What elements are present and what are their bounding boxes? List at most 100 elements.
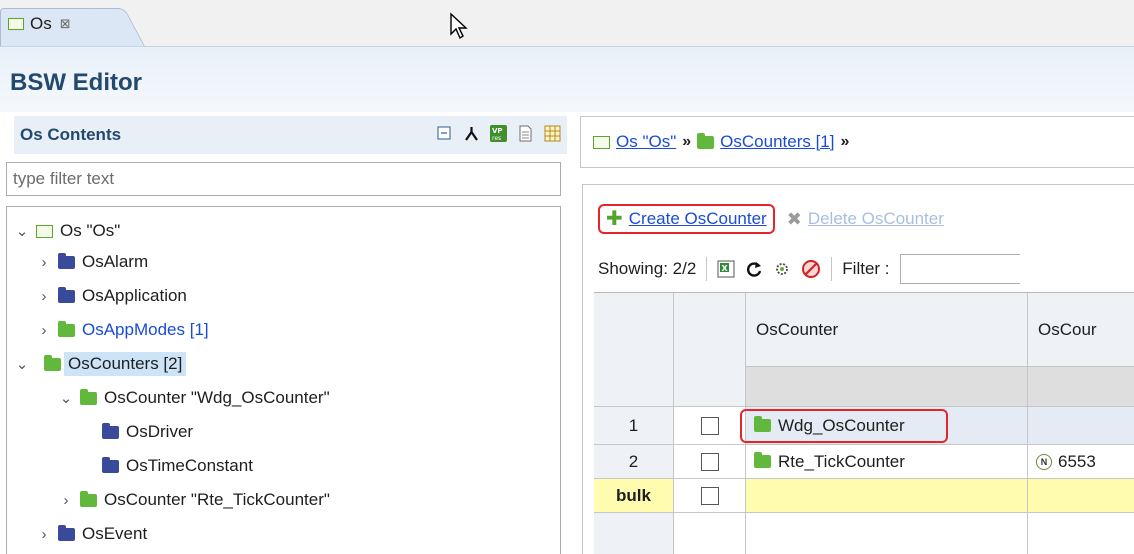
chevron-down-icon[interactable]: ⌄ <box>59 389 73 407</box>
tree-node-label: OsCounters [2] <box>64 352 187 376</box>
showing-count: Showing: 2/2 <box>598 259 697 278</box>
bulk-checkbox[interactable] <box>700 486 719 505</box>
breadcrumb-link-os[interactable]: Os "Os" <box>616 132 676 152</box>
row-checkbox[interactable] <box>700 416 719 435</box>
tree-node-ostimeconstant[interactable]: OsTimeConstant <box>102 451 253 481</box>
os-contents-toolbar: VP res <box>436 125 561 142</box>
row-number-label: 2 <box>628 451 639 471</box>
column-header-oscour[interactable]: OsCour <box>1028 293 1134 367</box>
chevron-right-icon[interactable]: › <box>37 526 51 543</box>
tree-filter-input[interactable] <box>7 163 560 195</box>
bulk-edit-cell[interactable] <box>1028 479 1134 513</box>
tree-filter-field[interactable] <box>6 162 561 196</box>
folder-icon <box>80 490 97 507</box>
chevron-right-icon[interactable]: › <box>37 254 51 271</box>
numeric-badge-icon: N <box>1036 453 1052 470</box>
filter-label: Filter : <box>842 259 890 278</box>
toolbar-divider <box>706 257 708 281</box>
tree-node-label: OsCounter "Wdg_OsCounter" <box>104 388 330 407</box>
chevron-down-icon[interactable]: ⌄ <box>15 355 29 373</box>
chevron-right-icon[interactable]: › <box>37 288 51 305</box>
table-cell-name[interactable]: Rte_TickCounter <box>746 445 1028 479</box>
counters-detail-panel: Os "Os" » OsCounters [1] » ✚ Create OsCo… <box>580 116 1134 554</box>
column-filter-oscour[interactable] <box>1028 367 1134 407</box>
empty-cell <box>674 513 746 554</box>
tree-node-osevent[interactable]: › OsEvent <box>37 519 148 549</box>
chevron-right-icon[interactable]: › <box>37 322 51 339</box>
hierarchy-icon[interactable] <box>463 125 480 142</box>
settings-cog-icon[interactable] <box>773 260 791 278</box>
tree-node-label: OsDriver <box>126 422 194 441</box>
folder-icon <box>44 354 61 371</box>
counter-name: Rte_TickCounter <box>778 451 905 471</box>
oscounter-table: OsCounter OsCour 1 Wdg_OsCounter 2 Rte_T… <box>594 292 1134 554</box>
table-expand-icon[interactable] <box>544 125 561 142</box>
breadcrumb-separator: » <box>682 133 692 150</box>
tree-node-label: OsAlarm <box>82 252 149 271</box>
table-cell-value[interactable] <box>1028 407 1134 445</box>
tree-node-label: OsTimeConstant <box>126 456 253 475</box>
table-toolbar: Showing: 2/2 X Filter : <box>598 254 1020 284</box>
delete-oscounter-label: Delete OsCounter <box>807 209 944 228</box>
tree-node-oscounter-wdg[interactable]: ⌄ OsCounter "Wdg_OsCounter" <box>59 383 330 413</box>
table-filter-input[interactable] <box>899 254 1020 284</box>
row-checkbox[interactable] <box>700 452 719 471</box>
tree-node-oscounter-rte[interactable]: › OsCounter "Rte_TickCounter" <box>59 485 330 515</box>
delete-x-icon: ✖ <box>786 208 802 229</box>
module-icon <box>593 135 610 149</box>
counter-value: 6553 <box>1058 451 1096 471</box>
tree-node-oscounters[interactable]: ⌄ OsCounters [2] <box>15 349 187 379</box>
bulk-row-label: bulk <box>594 479 674 513</box>
document-icon[interactable] <box>517 125 534 142</box>
tree-node-label: Os "Os" <box>60 221 121 240</box>
tree-node-osappmodes[interactable]: › OsAppModes [1] <box>37 315 209 345</box>
clear-filter-icon[interactable] <box>801 259 821 279</box>
close-icon[interactable]: ⊠ <box>60 16 71 32</box>
folder-icon <box>58 524 75 541</box>
bulk-select-cell <box>674 479 746 513</box>
os-contents-tree: ⌄ Os "Os" › OsAlarm › OsApplication › Os… <box>6 206 561 554</box>
bulk-label: bulk <box>616 485 651 505</box>
row-number: 1 <box>594 407 674 445</box>
editor-tab-os[interactable]: Os ⊠ <box>8 14 71 34</box>
row-number-label: 1 <box>628 415 639 435</box>
module-icon <box>8 18 24 30</box>
tree-node-label: OsApplication <box>82 286 187 305</box>
mouse-cursor-icon <box>450 12 468 40</box>
empty-row-number <box>594 513 674 554</box>
delete-oscounter-button[interactable]: ✖ Delete OsCounter <box>787 209 944 230</box>
tree-node-label: OsEvent <box>82 524 148 543</box>
toolbar-divider <box>831 257 833 281</box>
table-header-rownum <box>594 293 674 407</box>
svg-text:res: res <box>492 135 501 142</box>
column-header-label: OsCounter <box>756 319 839 339</box>
tree-node-osapplication[interactable]: › OsApplication <box>37 281 187 311</box>
row-select-cell <box>674 407 746 445</box>
folder-icon <box>58 252 75 269</box>
create-oscounter-button[interactable]: ✚ Create OsCounter <box>598 204 775 234</box>
collapse-all-icon[interactable] <box>436 125 453 142</box>
svg-text:X: X <box>722 264 729 273</box>
folder-icon <box>697 132 715 149</box>
refresh-icon[interactable] <box>745 260 763 278</box>
breadcrumb-link-oscounters[interactable]: OsCounters [1] <box>720 132 834 152</box>
chevron-right-icon[interactable]: › <box>59 492 73 509</box>
tree-node-osdriver[interactable]: OsDriver <box>102 417 193 447</box>
folder-icon <box>80 388 97 405</box>
column-header-oscounter[interactable]: OsCounter <box>746 293 1028 367</box>
bulk-edit-cell[interactable] <box>746 479 1028 513</box>
highlight-wdg-oscounter <box>740 409 948 443</box>
chevron-down-icon[interactable]: ⌄ <box>15 222 29 240</box>
folder-icon <box>102 456 119 473</box>
folder-icon <box>754 452 771 468</box>
table-cell-value[interactable]: N 6553 <box>1028 445 1134 479</box>
empty-cell <box>1028 513 1134 554</box>
column-filter-oscounter[interactable] <box>746 367 1028 407</box>
tree-node-os-root[interactable]: ⌄ Os "Os" <box>15 216 121 246</box>
vp-res-icon[interactable]: VP res <box>490 125 507 142</box>
tree-node-label: OsCounter "Rte_TickCounter" <box>104 490 330 509</box>
excel-export-icon[interactable]: X <box>717 260 735 278</box>
tree-node-osalarm[interactable]: › OsAlarm <box>37 247 149 277</box>
tree-node-label: OsAppModes [1] <box>82 320 209 339</box>
create-oscounter-label[interactable]: Create OsCounter <box>629 209 767 229</box>
